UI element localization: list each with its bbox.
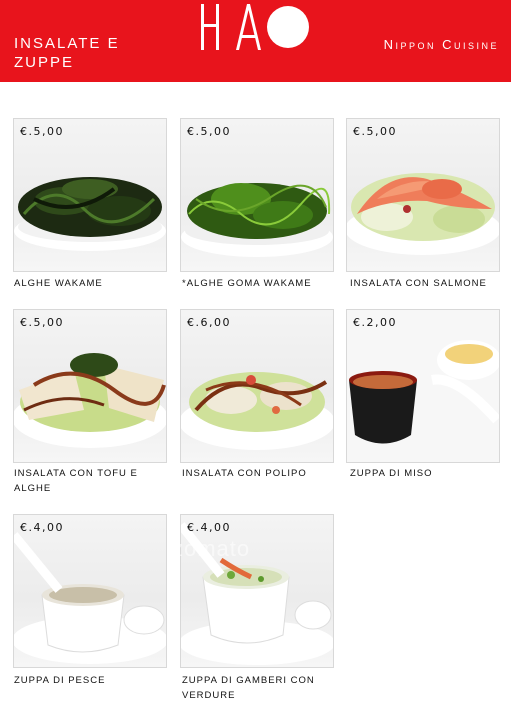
goma-wakame-image: [181, 183, 333, 257]
price-label: €.5,00: [187, 125, 231, 138]
menu-card-zuppa-pesce: €.4,00: [13, 514, 167, 668]
item-name: Insalata con tofu e alghe: [14, 468, 138, 494]
item-name: Zuppa di miso: [350, 468, 433, 479]
restaurant-subtitle: Nippon Cuisine: [383, 37, 499, 52]
octopus-salad-image: [181, 372, 333, 450]
salmon-salad-image: [347, 173, 499, 255]
price-label: €.4,00: [20, 521, 64, 534]
seaweed-salad-image: [14, 177, 166, 251]
tofu-salad-image: [14, 353, 166, 448]
price-label: €.6,00: [187, 316, 231, 329]
header-banner: Insalate e zuppe Nippon Cuisine: [0, 0, 511, 82]
price-label: €.4,00: [187, 521, 231, 534]
menu-card-insalata-tofu-alghe: €.5,00: [13, 309, 167, 463]
price-label: €.2,00: [353, 316, 397, 329]
price-label: €.5,00: [353, 125, 397, 138]
section-title: Insalate e zuppe: [14, 35, 120, 71]
watermark: zomato: [172, 536, 251, 561]
menu-card-insalata-salmone: €.5,00: [346, 118, 500, 272]
fish-soup-image: [14, 532, 166, 664]
menu-card-zuppa-miso: €.2,00: [346, 309, 500, 463]
menu-card-alghe-wakame: €.5,00: [13, 118, 167, 272]
menu-card-insalata-polipo: €.6,00: [180, 309, 334, 463]
menu-card-alghe-goma-wakame: €.5,00: [180, 118, 334, 272]
price-label: €.5,00: [20, 125, 64, 138]
item-name: *Alghe goma wakame: [182, 278, 312, 289]
item-name: Zuppa di pesce: [14, 675, 106, 686]
hao-logo: [201, 4, 309, 50]
item-name: Insalata con salmone: [350, 278, 487, 289]
price-label: €.5,00: [20, 316, 64, 329]
miso-soup-image: [347, 310, 499, 462]
item-name: Alghe wakame: [14, 278, 103, 289]
item-name: Insalata con polipo: [182, 468, 307, 479]
item-name: Zuppa di gamberi con verdure: [182, 675, 315, 701]
